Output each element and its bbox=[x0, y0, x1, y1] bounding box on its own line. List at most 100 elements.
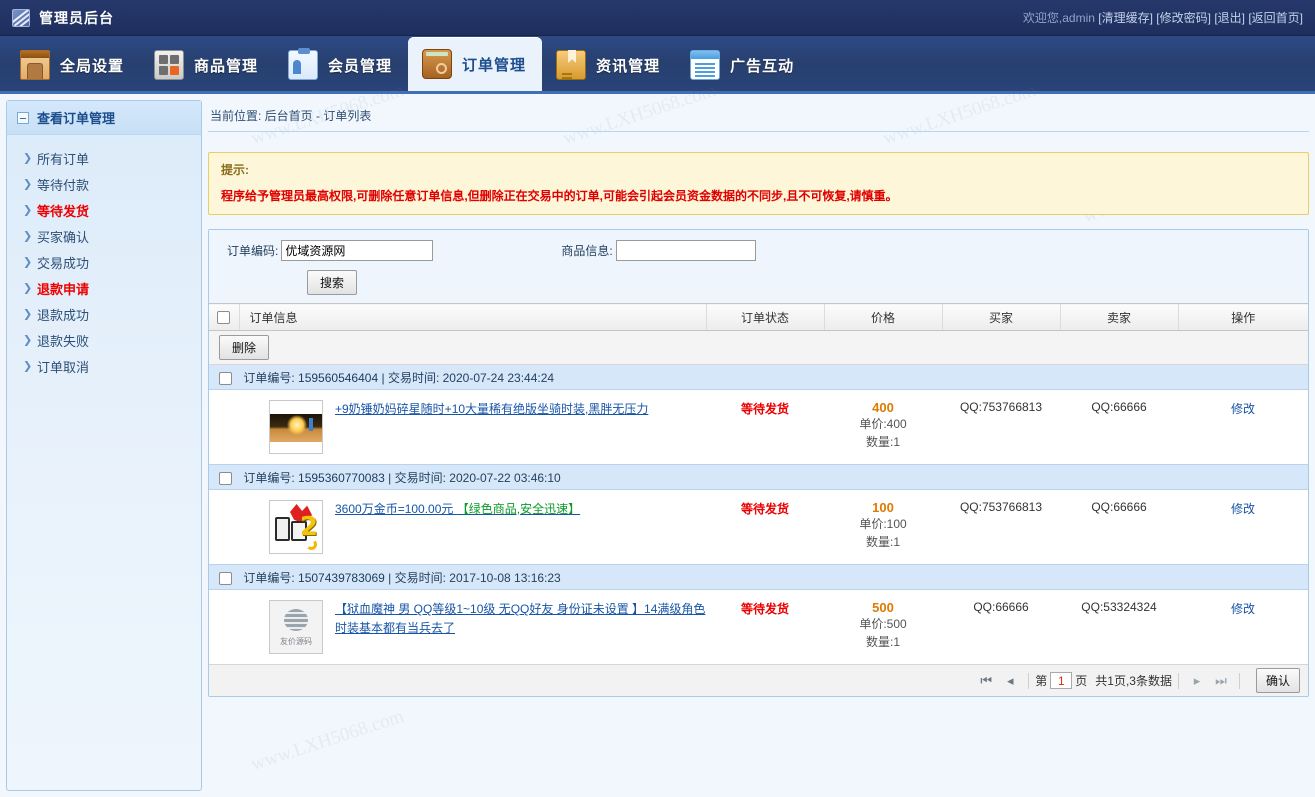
table-row: 友价源码 【狱血魔神 男 QQ等级1~10级 无QQ好友 身份证未设置 】14满… bbox=[209, 589, 1308, 664]
sidebar-item-label: 退款申请 bbox=[37, 281, 90, 297]
sidebar-item-awaiting-shipment[interactable]: ❯ 等待发货 bbox=[7, 197, 201, 223]
order-no-label: 订单编号: bbox=[243, 570, 295, 585]
confirm-button[interactable]: 确认 bbox=[1255, 668, 1300, 693]
chevron-right-icon: ❯ bbox=[23, 230, 33, 243]
tab-order-management[interactable]: 订单管理 bbox=[408, 37, 543, 91]
table-header-row: 订单信息 订单状态 价格 买家 卖家 操作 bbox=[209, 303, 1308, 331]
row-checkbox[interactable] bbox=[219, 571, 232, 585]
tab-global-settings[interactable]: 全局设置 bbox=[6, 39, 140, 91]
top-bar: 管理员后台 欢迎您,admin [清理缓存] [修改密码] [退出] [返回首页… bbox=[0, 0, 1315, 36]
product-thumbnail[interactable]: 2 bbox=[269, 500, 323, 554]
next-page-icon[interactable]: ▸ bbox=[1185, 673, 1209, 689]
logout-link[interactable]: [退出] bbox=[1214, 11, 1245, 25]
collapse-icon[interactable] bbox=[17, 111, 29, 124]
trade-time-label: 交易时间: bbox=[387, 370, 440, 385]
prev-page-icon[interactable]: ◂ bbox=[998, 673, 1022, 689]
edit-link[interactable]: 修改 bbox=[1231, 502, 1255, 516]
sidebar-item-refund-success[interactable]: ❯ 退款成功 bbox=[7, 301, 201, 327]
delete-button[interactable]: 删除 bbox=[219, 335, 270, 360]
unit-price: 单价:400 bbox=[859, 417, 907, 431]
clear-cache-link[interactable]: [清理缓存] bbox=[1098, 11, 1153, 25]
order-status: 等待发货 bbox=[706, 589, 824, 664]
id-card-icon bbox=[288, 48, 319, 80]
change-password-link[interactable]: [修改密码] bbox=[1156, 11, 1211, 25]
quantity: 数量:1 bbox=[865, 635, 900, 649]
order-no-label: 订单编号: bbox=[243, 370, 295, 385]
sidebar-item-all-orders[interactable]: ❯ 所有订单 bbox=[7, 145, 201, 171]
product-info-input[interactable] bbox=[615, 240, 756, 261]
sidebar-item-awaiting-payment[interactable]: ❯ 等待付款 bbox=[7, 171, 201, 197]
table-row: 2 3600万金币=100.00元 【绿色商品,安全迅速】 等待发货 100 单… bbox=[209, 489, 1308, 565]
grid-icon bbox=[154, 50, 185, 80]
wallet-icon bbox=[422, 49, 453, 79]
col-operation: 操作 bbox=[1177, 303, 1308, 331]
tab-news-management[interactable]: 资讯管理 bbox=[542, 39, 676, 91]
chevron-right-icon: ❯ bbox=[23, 360, 33, 373]
row-checkbox[interactable] bbox=[219, 371, 232, 385]
order-code-input[interactable] bbox=[281, 240, 434, 261]
tab-label: 广告互动 bbox=[730, 57, 795, 75]
col-seller: 卖家 bbox=[1059, 303, 1178, 331]
admin-logo-icon bbox=[12, 8, 30, 27]
sidebar-item-refund-failed[interactable]: ❯ 退款失败 bbox=[7, 327, 201, 353]
product-thumbnail[interactable]: 友价源码 bbox=[269, 600, 323, 654]
seller: QQ:66666 bbox=[1060, 489, 1178, 565]
search-button[interactable]: 搜索 bbox=[307, 270, 358, 295]
quantity: 数量:1 bbox=[865, 535, 900, 549]
first-page-icon[interactable]: ⏮ bbox=[974, 673, 998, 689]
tab-ads-interaction[interactable]: 广告互动 bbox=[676, 39, 810, 91]
globe-icon bbox=[284, 609, 308, 631]
sidebar-item-refund-request[interactable]: ❯ 退款申请 bbox=[7, 275, 201, 301]
last-page-icon[interactable]: ⏭ bbox=[1209, 673, 1233, 689]
total-price: 500 bbox=[872, 600, 894, 615]
chevron-right-icon: ❯ bbox=[23, 178, 33, 191]
product-title-link[interactable]: 3600万金币=100.00元 【绿色商品,安全迅速】 bbox=[335, 500, 580, 519]
product-thumbnail[interactable] bbox=[269, 400, 323, 454]
sidebar-item-trade-success[interactable]: ❯ 交易成功 bbox=[7, 249, 201, 275]
col-buyer: 买家 bbox=[941, 303, 1060, 331]
chevron-right-icon: ❯ bbox=[23, 204, 33, 217]
admin-page: 管理员后台 欢迎您,admin [清理缓存] [修改密码] [退出] [返回首页… bbox=[0, 0, 1315, 797]
sidebar-item-buyer-confirm[interactable]: ❯ 买家确认 bbox=[7, 223, 201, 249]
tab-label: 订单管理 bbox=[462, 56, 527, 74]
table-row: 订单编号: 1595360770083 | 交易时间: 2020-07-22 0… bbox=[209, 464, 1308, 490]
tab-member-management[interactable]: 会员管理 bbox=[274, 39, 408, 91]
product-title-link[interactable]: +9奶锤奶妈碎星随时+10大量稀有绝版坐骑时装,黑胖无压力 bbox=[335, 400, 648, 419]
product-info-label: 商品信息: bbox=[561, 244, 613, 258]
seller: QQ:53324324 bbox=[1060, 589, 1178, 664]
order-status: 等待发货 bbox=[706, 489, 824, 565]
edit-link[interactable]: 修改 bbox=[1231, 602, 1255, 616]
table-toolbar-row: 删除 bbox=[209, 330, 1308, 365]
back-home-link[interactable]: [返回首页] bbox=[1248, 11, 1303, 25]
table-row: 订单编号: 1507439783069 | 交易时间: 2017-10-08 1… bbox=[209, 564, 1308, 590]
page-number-input[interactable] bbox=[1050, 672, 1073, 689]
sidebar-item-label: 退款成功 bbox=[37, 307, 90, 323]
product-title-link[interactable]: 【狱血魔神 男 QQ等级1~10级 无QQ好友 身份证未设置 】14满级角色时装… bbox=[335, 600, 706, 638]
sidebar-item-label: 等待发货 bbox=[37, 203, 90, 219]
tab-label: 资讯管理 bbox=[596, 57, 661, 75]
sidebar-item-label: 所有订单 bbox=[37, 151, 90, 167]
order-no: 1595360770083 bbox=[298, 470, 385, 485]
notice-title: 提示: bbox=[221, 163, 249, 177]
product-title-main: 3600万金币=100.00元 bbox=[335, 502, 454, 516]
order-separator: | bbox=[388, 570, 392, 585]
price-cell: 500 单价:500 数量:1 bbox=[824, 589, 942, 664]
order-no-label: 订单编号: bbox=[243, 470, 295, 485]
page-title: 管理员后台 bbox=[39, 9, 114, 26]
select-all-checkbox[interactable] bbox=[217, 311, 231, 325]
sidebar: 查看订单管理 ❯ 所有订单 ❯ 等待付款 ❯ 等待发货 ❯ 买家确认 ❯ 交易成… bbox=[6, 100, 202, 791]
trade-time: 2020-07-24 23:44:24 bbox=[442, 370, 555, 385]
buyer: QQ:753766813 bbox=[942, 489, 1060, 565]
edit-link[interactable]: 修改 bbox=[1231, 402, 1255, 416]
tab-label: 会员管理 bbox=[328, 57, 393, 75]
order-no: 159560546404 bbox=[298, 370, 379, 385]
sidebar-header[interactable]: 查看订单管理 bbox=[7, 101, 201, 135]
brand: 管理员后台 bbox=[0, 8, 114, 28]
col-order-status: 订单状态 bbox=[705, 303, 824, 331]
tab-product-management[interactable]: 商品管理 bbox=[140, 39, 274, 91]
search-bar: 订单编码: 商品信息: 搜索 bbox=[209, 230, 1308, 303]
row-checkbox[interactable] bbox=[219, 471, 232, 485]
notice-body: 程序给予管理员最高权限,可删除任意订单信息,但删除正在交易中的订单,可能会引起会… bbox=[221, 189, 898, 203]
price-cell: 400 单价:400 数量:1 bbox=[824, 389, 942, 465]
sidebar-item-order-cancelled[interactable]: ❯ 订单取消 bbox=[7, 353, 201, 379]
